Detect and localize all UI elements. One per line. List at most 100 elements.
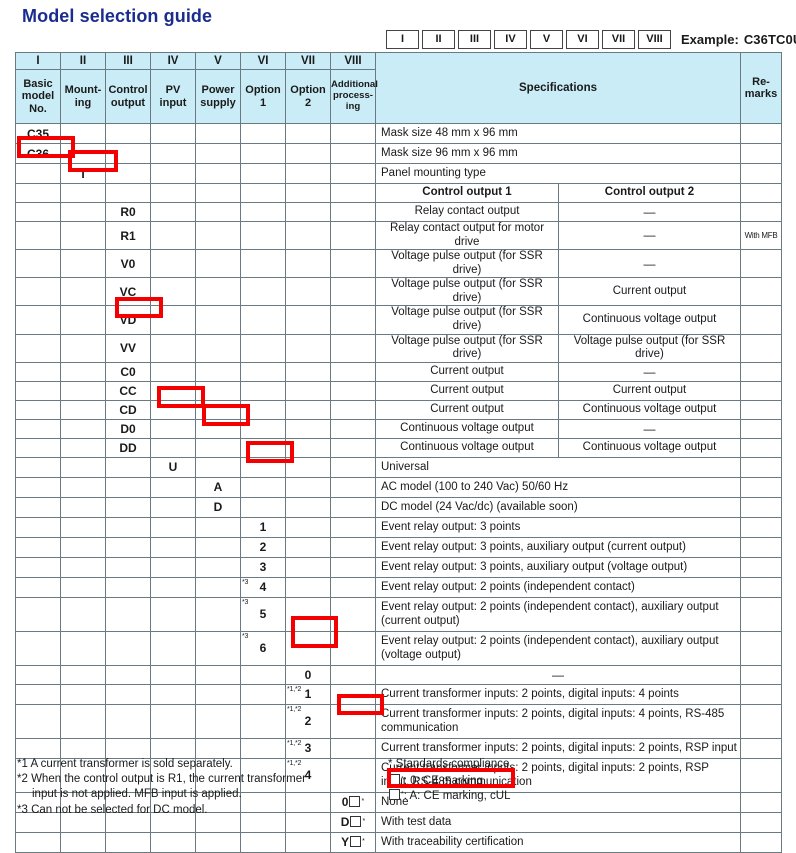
empty-cell [150, 183, 196, 203]
standards-option-ce-cul: *: A: CE marking, cUL [388, 789, 510, 805]
col-header-roman-iv: IV [150, 52, 196, 70]
table-row: *3 6 Event relay output: 2 points (indepen… [15, 630, 782, 666]
code-cell-col-3[interactable]: V0 [105, 249, 151, 279]
empty-cell [330, 664, 376, 685]
code-cell-col-7[interactable]: *1,*2 2 [285, 703, 331, 739]
key-box-ii: II [422, 30, 455, 49]
code-cell-col-3[interactable]: DD [105, 437, 151, 458]
remarks-cell [740, 737, 782, 759]
col-header-basic-model-no: Basic model No. [15, 69, 61, 124]
empty-cell [285, 576, 331, 598]
empty-cell [330, 757, 376, 793]
remarks-cell [740, 536, 782, 558]
code-cell-col-3[interactable]: VV [105, 333, 151, 363]
empty-cell [150, 305, 196, 335]
code-cell-col-7[interactable]: 0 [285, 664, 331, 685]
control-output-subheader-row: Control output 1 Control output 2 [15, 183, 782, 203]
code-cell-col-6[interactable]: *3 6 [240, 630, 286, 666]
empty-cell [105, 183, 151, 203]
code-cell-col-4[interactable]: U [150, 456, 196, 478]
empty-cell [60, 143, 106, 164]
code-cell-col-3[interactable]: R0 [105, 202, 151, 222]
code-cell-col-3[interactable]: CD [105, 399, 151, 420]
spec-control-output-2: Current output [558, 277, 741, 307]
code-cell-col-6[interactable]: 3 [240, 556, 286, 578]
code-cell-col-1[interactable]: C35 [15, 123, 61, 144]
page-title: Model selection guide [22, 6, 213, 26]
empty-cell [285, 418, 331, 439]
code-cell-col-8[interactable]: 0 * [330, 791, 376, 813]
code-cell-col-7[interactable]: *1,*2 3 [285, 737, 331, 759]
empty-cell [15, 220, 61, 251]
code-label: D [213, 500, 223, 515]
checkbox-placeholder-icon [349, 796, 361, 808]
code-cell-col-1[interactable]: C36 [15, 143, 61, 164]
empty-cell [150, 576, 196, 598]
empty-cell [240, 183, 286, 203]
code-label: Y [341, 835, 350, 850]
empty-cell [15, 380, 61, 401]
empty-cell [105, 123, 151, 144]
empty-cell [15, 536, 61, 558]
code-cell-col-3[interactable]: VC [105, 277, 151, 307]
empty-cell [60, 220, 106, 251]
code-label: VV [119, 341, 136, 356]
empty-cell [60, 361, 106, 382]
empty-cell [60, 576, 106, 598]
empty-cell [195, 123, 241, 144]
code-cell-col-7[interactable]: *1,*2 1 [285, 683, 331, 705]
empty-cell [15, 831, 61, 853]
remarks-cell: With MFB [740, 220, 782, 251]
empty-cell [240, 831, 286, 853]
code-label: R0 [120, 205, 136, 219]
empty-cell [330, 123, 376, 144]
code-label: 3 [259, 560, 267, 575]
empty-cell [15, 576, 61, 598]
empty-cell [150, 703, 196, 739]
empty-cell [285, 333, 331, 363]
empty-cell [330, 333, 376, 363]
empty-cell [330, 596, 376, 632]
standards-heading: * Standards compliance [388, 758, 510, 770]
code-cell-col-5[interactable]: A [195, 476, 241, 498]
empty-cell [330, 437, 376, 458]
code-cell-col-6[interactable]: *3 4 [240, 576, 286, 598]
code-label: VD [119, 312, 137, 327]
col-header-control-output: Control output [105, 69, 151, 124]
code-cell-col-6[interactable]: 2 [240, 536, 286, 558]
code-cell-col-5[interactable]: D [195, 496, 241, 518]
empty-cell [150, 556, 196, 578]
code-cell-col-8[interactable]: Y * [330, 831, 376, 853]
empty-cell [150, 596, 196, 632]
checkbox-placeholder-icon [350, 816, 362, 828]
empty-cell [330, 418, 376, 439]
code-cell-col-3[interactable]: D0 [105, 418, 151, 439]
code-cell-col-6[interactable]: 1 [240, 516, 286, 538]
empty-cell [105, 536, 151, 558]
table-row: *1,*2 3 Current transformer inputs: 2 poin… [15, 737, 782, 759]
model-code-key-bar: I II III IV V VI VII VIII Example: C36TC… [386, 30, 796, 49]
code-cell-col-6[interactable]: *3 5 [240, 596, 286, 632]
empty-cell [60, 556, 106, 578]
empty-cell [330, 202, 376, 222]
empty-cell [60, 333, 106, 363]
code-cell-col-3[interactable]: CC [105, 380, 151, 401]
code-cell-col-3[interactable]: VD [105, 305, 151, 335]
empty-cell [150, 683, 196, 705]
empty-cell [285, 202, 331, 222]
code-label: 6 [259, 641, 267, 656]
code-cell-col-3[interactable]: R1 [105, 220, 151, 251]
empty-cell [15, 456, 61, 478]
table-row: 1 Event relay output: 3 points [15, 516, 782, 538]
table-body: C35 Mask size 48 mm x 96 mm C36 Mask size 9… [15, 123, 782, 853]
spec-control-output-1: Voltage pulse output (for SSR drive) [375, 277, 559, 307]
empty-cell [15, 361, 61, 382]
key-box-iii: III [458, 30, 491, 49]
spec-control-output-1: Voltage pulse output (for SSR drive) [375, 333, 559, 363]
code-cell-col-2[interactable]: T [60, 163, 106, 184]
empty-cell [15, 163, 61, 184]
code-cell-col-8[interactable]: D * [330, 811, 376, 833]
code-cell-col-3[interactable]: C0 [105, 361, 151, 382]
code-label: U [168, 460, 178, 475]
empty-cell [60, 516, 106, 538]
